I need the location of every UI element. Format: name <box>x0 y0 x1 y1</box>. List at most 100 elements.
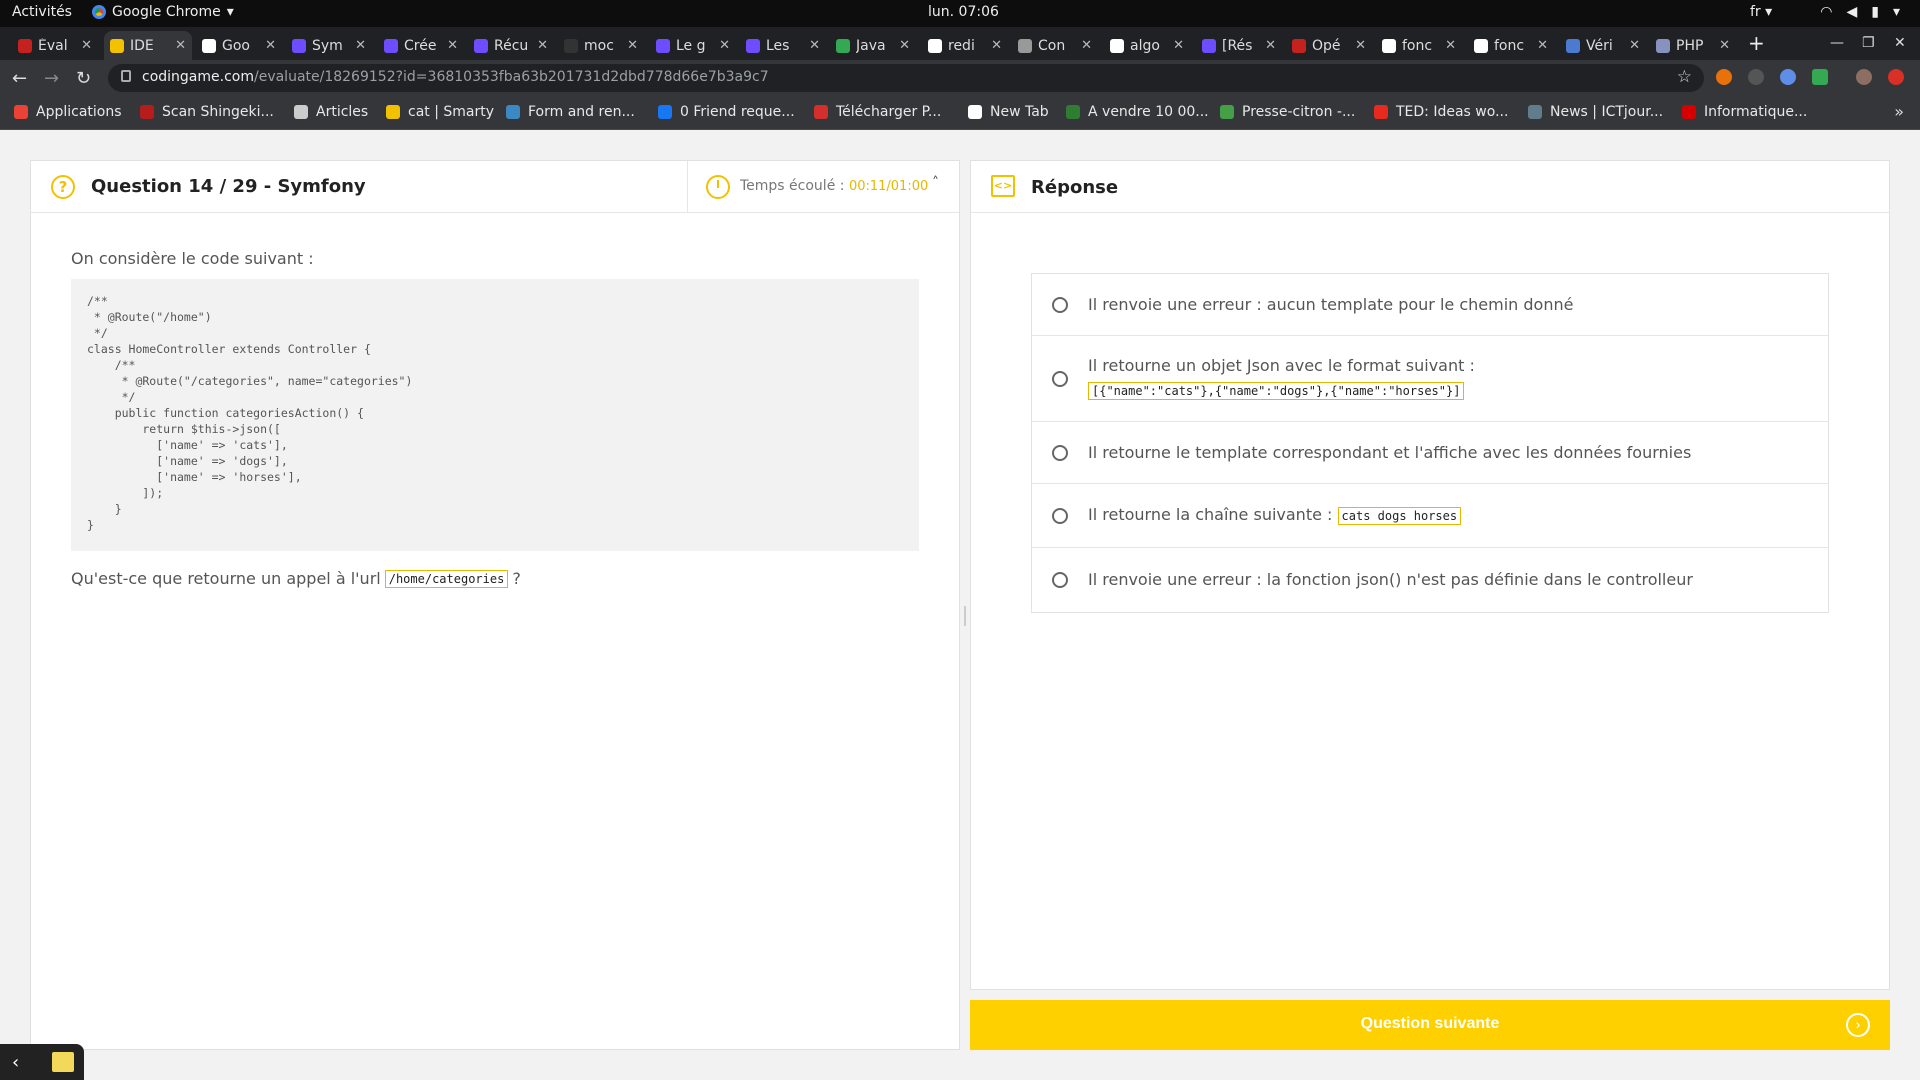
browser-tab[interactable]: fonc ✕ <box>1468 31 1554 60</box>
language-indicator[interactable]: fr ▾ <box>1750 4 1772 20</box>
browser-tab[interactable]: Goo ✕ <box>196 31 282 60</box>
reload-icon[interactable]: ↻ <box>76 68 91 89</box>
extension-icon[interactable] <box>1812 69 1828 85</box>
close-icon[interactable]: ✕ <box>265 38 276 53</box>
bookmark-label: TED: Ideas wo... <box>1396 104 1509 120</box>
timer[interactable]: Temps écoulé : 00:11/01:00 ˄ <box>687 161 959 213</box>
close-icon[interactable]: ✕ <box>355 38 366 53</box>
close-icon[interactable]: ✕ <box>1173 38 1184 53</box>
bookmark-item[interactable]: Télécharger P... <box>814 104 941 120</box>
close-icon[interactable]: ✕ <box>1355 38 1366 53</box>
close-icon[interactable]: ✕ <box>991 38 1002 53</box>
answer-text: Il retourne le template correspondant et… <box>1088 442 1692 462</box>
close-icon[interactable]: ✕ <box>447 38 458 53</box>
answer-option[interactable]: Il retourne un objet Json avec le format… <box>1032 336 1828 422</box>
browser-tab[interactable]: Récu ✕ <box>468 31 554 60</box>
chevron-right-double-icon[interactable]: » <box>1894 102 1904 121</box>
panel-splitter[interactable] <box>964 606 966 626</box>
bookmark-label: News | ICTjour... <box>1550 104 1664 120</box>
code-line: * @Route("/categories", name="categories… <box>87 374 413 388</box>
bookmark-item[interactable]: A vendre 10 00... <box>1066 104 1209 120</box>
answer-option[interactable]: Il renvoie une erreur : la fonction json… <box>1032 548 1828 612</box>
app-menu[interactable]: Google Chrome ▾ <box>92 4 234 20</box>
new-tab-plus-icon[interactable]: + <box>1748 31 1765 55</box>
browser-tab[interactable]: [Rés ✕ <box>1196 31 1282 60</box>
browser-tab[interactable]: Éval ✕ <box>12 31 98 60</box>
next-question-button[interactable]: Question suivante › <box>970 1000 1890 1050</box>
bookmark-item[interactable]: New Tab <box>968 104 1049 120</box>
radio-button[interactable] <box>1052 572 1068 588</box>
close-icon[interactable]: ✕ <box>719 38 730 53</box>
browser-tab[interactable]: Con ✕ <box>1012 31 1098 60</box>
bookmark-item[interactable]: TED: Ideas wo... <box>1374 104 1508 120</box>
chevron-up-icon[interactable]: ˄ <box>932 175 939 191</box>
close-icon[interactable]: ✕ <box>1081 38 1092 53</box>
close-icon[interactable]: ✕ <box>81 38 92 53</box>
bookmark-item[interactable]: News | ICTjour... <box>1528 104 1663 120</box>
close-icon[interactable]: ✕ <box>809 38 820 53</box>
chevron-left-icon[interactable]: ‹ <box>12 1052 19 1073</box>
browser-tab[interactable]: PHP ✕ <box>1650 31 1736 60</box>
answer-option[interactable]: Il renvoie une erreur : aucun template p… <box>1032 274 1828 336</box>
url-text[interactable]: codingame.com/evaluate/18269152?id=36810… <box>142 69 769 85</box>
address-bar[interactable]: codingame.com/evaluate/18269152?id=36810… <box>108 64 1704 92</box>
bookmark-item[interactable]: Informatique... <box>1682 104 1807 120</box>
bookmark-item[interactable]: Presse-citron -... <box>1220 104 1355 120</box>
activities-button[interactable]: Activités <box>12 4 72 20</box>
code-line: return $this->json([ <box>87 422 281 436</box>
bookmark-item[interactable]: cat | Smarty <box>386 104 494 120</box>
close-window-icon[interactable]: ✕ <box>1894 35 1906 51</box>
close-icon[interactable]: ✕ <box>537 38 548 53</box>
browser-tab[interactable]: Le g ✕ <box>650 31 736 60</box>
radio-button[interactable] <box>1052 444 1068 461</box>
sticky-note-icon[interactable] <box>52 1052 74 1072</box>
code-line: ]); <box>87 486 164 500</box>
browser-tab[interactable]: Crée ✕ <box>378 31 464 60</box>
browser-tab[interactable]: Opé ✕ <box>1286 31 1372 60</box>
bookmark-star-icon[interactable]: ☆ <box>1677 67 1692 87</box>
close-icon[interactable]: ✕ <box>175 38 186 53</box>
profile-avatar[interactable] <box>1856 69 1872 85</box>
close-icon[interactable]: ✕ <box>1265 38 1276 53</box>
browser-tab[interactable]: algo ✕ <box>1104 31 1190 60</box>
answer-option[interactable]: Il retourne le template correspondant et… <box>1032 422 1828 484</box>
bookmark-item[interactable]: Articles <box>294 104 368 120</box>
browser-tab[interactable]: Véri ✕ <box>1560 31 1646 60</box>
minimize-icon[interactable]: — <box>1830 35 1844 51</box>
bookmark-item[interactable]: Form and ren... <box>506 104 635 120</box>
close-icon[interactable]: ✕ <box>1719 38 1730 53</box>
browser-tab[interactable]: fonc ✕ <box>1376 31 1462 60</box>
radio-button[interactable] <box>1052 296 1068 313</box>
radio-button[interactable] <box>1052 370 1068 387</box>
bookmark-item[interactable]: Applications <box>14 104 122 120</box>
taskbar-dock: ‹ <box>0 1044 84 1080</box>
code-brackets-icon: <> <box>991 175 1015 197</box>
extension-icon[interactable] <box>1780 69 1796 85</box>
browser-tab[interactable]: IDE ✕ <box>104 31 192 60</box>
close-icon[interactable]: ✕ <box>1629 38 1640 53</box>
extension-icon[interactable] <box>1748 69 1764 85</box>
clock[interactable]: lun. 07:06 <box>928 4 999 20</box>
back-arrow-icon[interactable]: ← <box>12 68 27 89</box>
close-icon[interactable]: ✕ <box>627 38 638 53</box>
close-icon[interactable]: ✕ <box>1445 38 1456 53</box>
answer-option[interactable]: Il retourne la chaîne suivante : cats do… <box>1032 484 1828 548</box>
code-line: class HomeController extends Controller … <box>87 342 371 356</box>
browser-tab[interactable]: Java ✕ <box>830 31 916 60</box>
forward-arrow-icon[interactable]: → <box>44 68 59 89</box>
extension-icon[interactable] <box>1888 69 1904 85</box>
radio-button[interactable] <box>1052 507 1068 524</box>
close-icon[interactable]: ✕ <box>1537 38 1548 53</box>
system-tray[interactable]: ◠ ◀ ▮ ▾ <box>1820 4 1900 20</box>
browser-tab[interactable]: Les ✕ <box>740 31 826 60</box>
browser-tab[interactable]: Sym ✕ <box>286 31 372 60</box>
close-icon[interactable]: ✕ <box>899 38 910 53</box>
bookmark-item[interactable]: Scan Shingeki... <box>140 104 274 120</box>
bookmark-item[interactable]: 0 Friend reque... <box>658 104 795 120</box>
tab-favicon-icon <box>746 38 760 53</box>
restore-icon[interactable]: ❐ <box>1862 35 1875 51</box>
extension-icon[interactable] <box>1716 69 1732 85</box>
browser-tab[interactable]: redi ✕ <box>922 31 1008 60</box>
answer-text: Il retourne la chaîne suivante : cats do… <box>1088 503 1462 528</box>
browser-tab[interactable]: moc ✕ <box>558 31 644 60</box>
